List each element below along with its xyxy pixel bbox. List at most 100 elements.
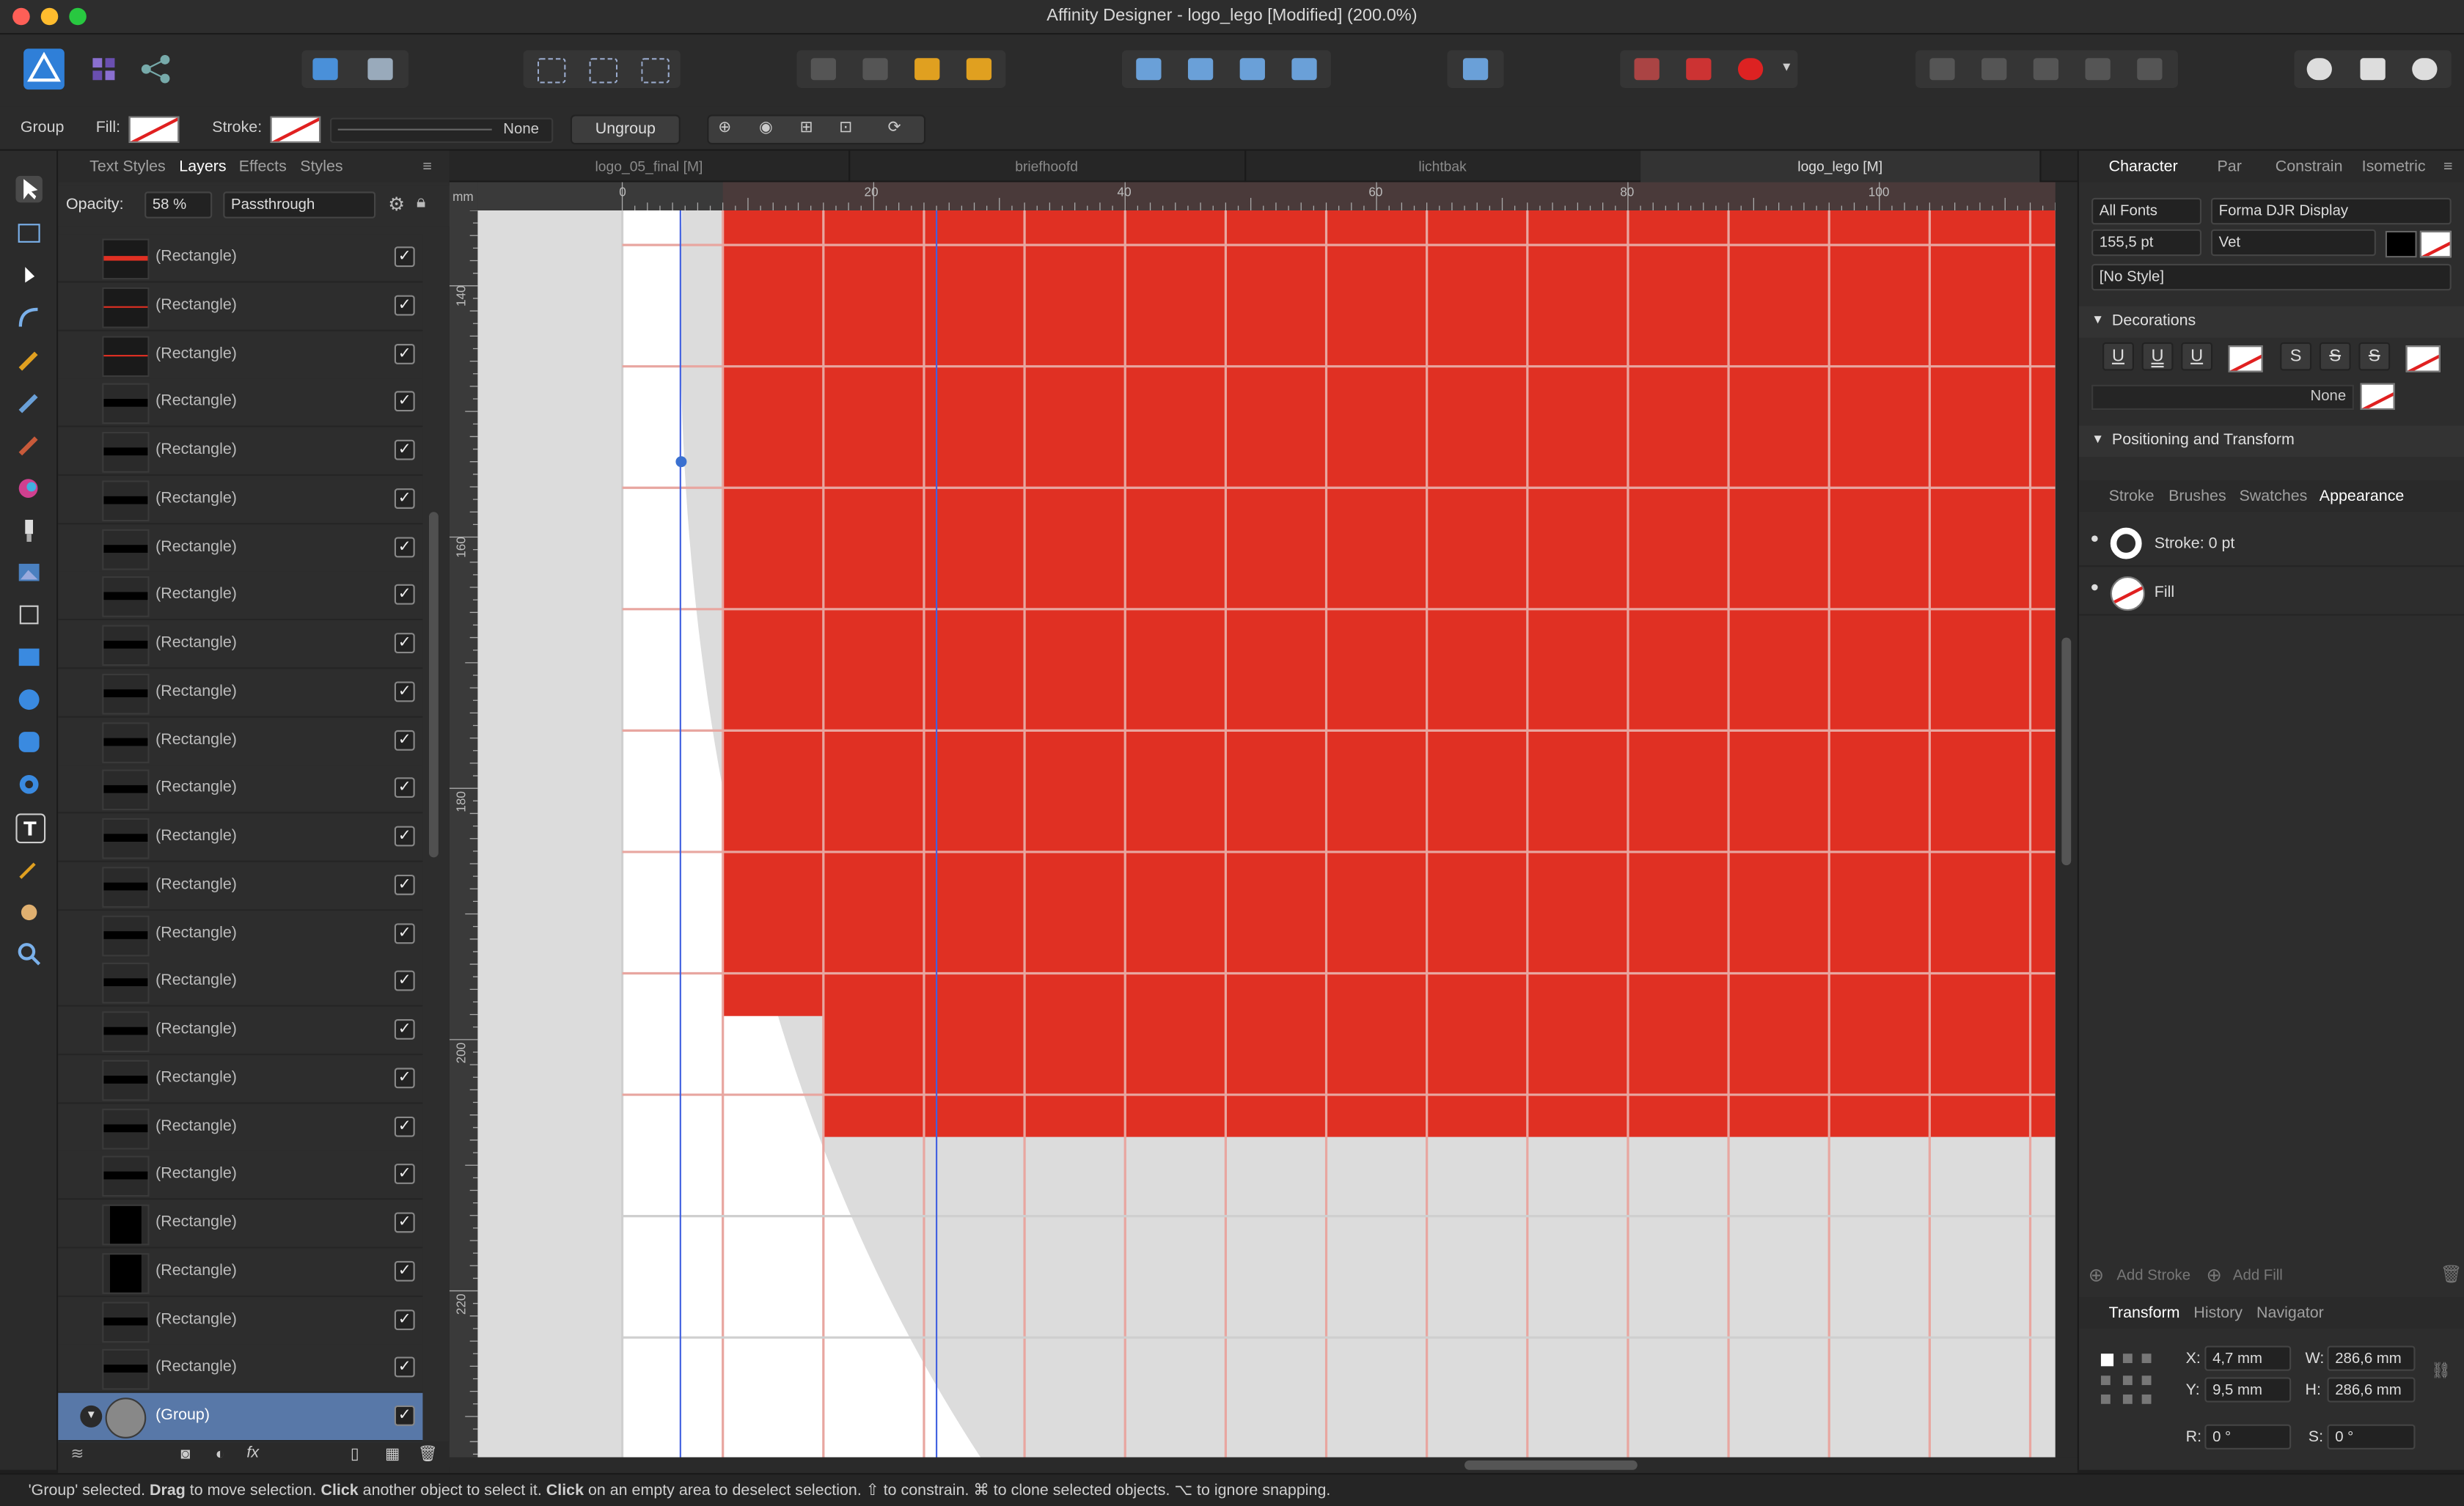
thick-underline-button[interactable]: U — [2181, 342, 2213, 371]
y-field[interactable]: 9,5 mm — [2204, 1377, 2292, 1403]
thick-strikethrough-button[interactable]: S — [2358, 342, 2391, 371]
intersect-boolean-icon[interactable] — [2033, 58, 2059, 81]
blend-mode-select[interactable]: Passthrough — [223, 191, 376, 218]
layer-visibility-checkbox[interactable]: ✓ — [394, 971, 415, 992]
xor-boolean-icon[interactable] — [2085, 58, 2111, 81]
layer-visibility-checkbox[interactable]: ✓ — [394, 1164, 415, 1185]
tab-brushes[interactable]: Brushes — [2168, 488, 2226, 506]
select-all-icon[interactable] — [537, 58, 566, 84]
layer-visibility-checkbox[interactable]: ✓ — [394, 584, 415, 606]
zoom-tool-icon[interactable] — [15, 941, 42, 967]
layer-row[interactable]: (Rectangle) ✓ — [58, 910, 423, 959]
trash-icon[interactable]: 🗑︎ — [418, 1447, 438, 1464]
add-circle-icon[interactable]: ⊕ — [2206, 1264, 2222, 1286]
underline-button[interactable]: U — [2102, 342, 2134, 371]
layer-visibility-checkbox[interactable]: ✓ — [394, 826, 415, 847]
tab-navigator[interactable]: Navigator — [2256, 1305, 2324, 1323]
pen-tool-icon[interactable] — [15, 347, 42, 373]
canvas-horizontal-scrollbar[interactable] — [449, 1457, 2078, 1474]
text-background-swatch[interactable] — [2419, 230, 2452, 258]
underline-color-swatch[interactable] — [2228, 345, 2263, 372]
color-studio-icon[interactable] — [2412, 58, 2438, 81]
fill-swatch[interactable] — [128, 116, 180, 143]
flip-horizontal-icon[interactable] — [1136, 58, 1162, 81]
layer-visibility-checkbox[interactable]: ✓ — [394, 922, 415, 944]
layer-visibility-checkbox[interactable]: ✓ — [394, 439, 415, 460]
add-boolean-icon[interactable] — [1929, 58, 1955, 81]
layer-visibility-checkbox[interactable]: ✓ — [394, 488, 415, 509]
character-studio-icon[interactable] — [2306, 58, 2332, 81]
move-to-front-icon[interactable] — [914, 58, 940, 81]
grid-icon[interactable] — [1634, 58, 1660, 81]
move-back-icon[interactable] — [810, 58, 836, 81]
layer-row[interactable]: (Rectangle) ✓ — [58, 1151, 423, 1200]
layers-stack-icon[interactable]: ≋ — [70, 1447, 84, 1464]
layer-visibility-checkbox[interactable]: ✓ — [394, 1309, 415, 1330]
snapping-magnet-icon[interactable] — [1737, 58, 1764, 81]
layer-visibility-checkbox[interactable]: ✓ — [394, 1260, 415, 1282]
ellipse-tool-icon[interactable] — [15, 686, 42, 713]
h-field[interactable]: 286,6 mm — [2327, 1377, 2416, 1403]
align-icon[interactable] — [1462, 58, 1489, 81]
tab-stroke[interactable]: Stroke — [2109, 488, 2155, 506]
layer-visibility-checkbox[interactable]: ✓ — [394, 295, 415, 315]
panel-menu-icon[interactable]: ≡ — [422, 158, 432, 176]
view-tool-icon[interactable] — [15, 898, 42, 925]
layer-row[interactable]: (Rectangle) ✓ — [58, 716, 423, 766]
layer-row[interactable]: (Rectangle) ✓ — [58, 1054, 423, 1104]
distribute-icon[interactable]: ⊞ — [800, 120, 813, 137]
layers-scrollbar[interactable] — [428, 512, 439, 858]
layer-visibility-checkbox[interactable]: ✓ — [394, 246, 415, 268]
tab-styles[interactable]: Styles — [300, 158, 342, 176]
export-persona-icon[interactable] — [135, 51, 176, 88]
tab-lichtbak[interactable]: lichtbak — [1244, 150, 1643, 183]
layer-row[interactable]: (Rectangle) ✓ — [58, 668, 423, 718]
layer-visibility-checkbox[interactable]: ✓ — [394, 1212, 415, 1233]
transform-icon[interactable]: ⊡ — [839, 120, 852, 137]
tab-character[interactable]: Character — [2109, 158, 2178, 176]
fx-icon[interactable]: fx — [246, 1444, 259, 1462]
eye-icon[interactable]: ◉ — [759, 120, 773, 137]
strikethrough-button[interactable]: S — [2280, 342, 2312, 371]
move-tool-icon[interactable] — [15, 175, 43, 203]
layer-row[interactable]: (Rectangle) ✓ — [58, 1296, 423, 1345]
layers-studio-icon[interactable] — [2360, 58, 2386, 81]
layer-visibility-checkbox[interactable]: ✓ — [394, 729, 415, 750]
tab-isometric[interactable]: Isometric — [2362, 158, 2426, 176]
stroke-style-field[interactable]: None — [329, 117, 554, 143]
layer-visibility-checkbox[interactable]: ✓ — [394, 391, 415, 412]
designer-persona-icon[interactable] — [23, 48, 65, 90]
add-circle-icon[interactable]: ⊕ — [2089, 1264, 2105, 1286]
add-mask-icon[interactable]: ◙ — [180, 1447, 190, 1464]
adjustment-icon[interactable]: ◐ — [216, 1447, 225, 1464]
layer-visibility-checkbox[interactable]: ✓ — [394, 1115, 415, 1136]
lock-icon[interactable]: 🔒︎ — [417, 193, 426, 213]
tab-logo-lego[interactable]: logo_lego [M] — [1640, 150, 2042, 183]
tab-briefhoofd[interactable]: briefhoofd — [848, 150, 1247, 183]
grid-layer-icon[interactable]: ▦ — [385, 1447, 400, 1464]
tab-history[interactable]: History — [2193, 1305, 2243, 1323]
decoration-line-color-swatch[interactable] — [2360, 383, 2395, 411]
appearance-fill-row[interactable]: Fill — [2078, 570, 2464, 616]
select-inside-icon[interactable] — [589, 58, 618, 84]
positioning-transform-section[interactable]: ▼ Positioning and Transform — [2078, 425, 2464, 458]
transform-origin-icon[interactable] — [641, 58, 670, 84]
layer-visibility-checkbox[interactable]: ✓ — [394, 777, 415, 798]
tab-text-styles[interactable]: Text Styles — [89, 158, 166, 176]
rectangle-tool-icon[interactable] — [15, 644, 42, 670]
layer-row[interactable]: (Rectangle) ✓ — [58, 620, 423, 669]
layer-row[interactable]: (Rectangle) ✓ — [58, 234, 423, 283]
chevron-down-icon[interactable]: ▼ — [1781, 59, 1793, 73]
layer-visibility-checkbox[interactable]: ✓ — [394, 342, 415, 364]
pixel-persona-icon[interactable] — [87, 51, 128, 88]
text-color-swatch[interactable] — [2385, 230, 2417, 258]
panel-menu-icon[interactable]: ≡ — [2443, 158, 2453, 176]
disclosure-triangle-icon[interactable]: ▼ — [80, 1405, 103, 1428]
strikethrough-color-swatch[interactable] — [2405, 345, 2441, 372]
layer-row[interactable]: (Rectangle) ✓ — [58, 475, 423, 524]
canvas-vertical-scrollbar[interactable] — [2055, 182, 2078, 1458]
move-forward-icon[interactable] — [862, 58, 888, 81]
layer-visibility-checkbox[interactable]: ✓ — [394, 1067, 415, 1088]
layer-row[interactable]: (Rectangle) ✓ — [58, 813, 423, 862]
font-family-select[interactable]: Forma DJR Display — [2210, 197, 2452, 225]
